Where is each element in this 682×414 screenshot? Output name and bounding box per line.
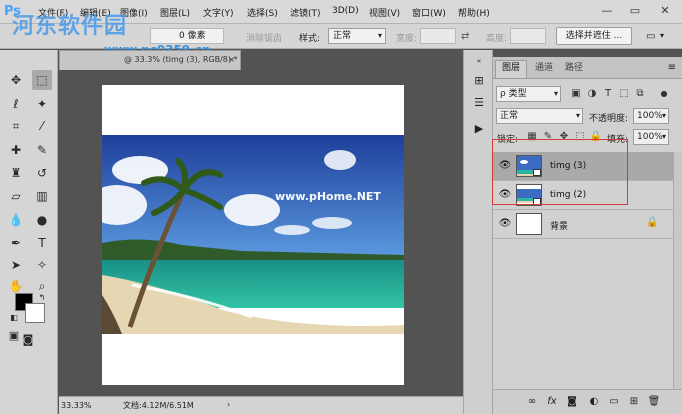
tools-panel: ✥ ⬚ ℓ ✦ ⌗ ⁄ ✚ ✎ ♜ ↺ ▱ ▥ 💧 ● ✒ T ➤ ✧ ✋ ⌕ …	[0, 50, 58, 414]
chevron-right-icon[interactable]: ›	[227, 400, 230, 409]
width-field[interactable]	[420, 28, 456, 44]
fill-field[interactable]: 100% ▾	[633, 129, 669, 145]
adjustment-filter-icon[interactable]: ◑	[585, 86, 599, 102]
panel-dock: « ⊞ ☰ ▶	[463, 50, 493, 414]
document-tab-label: @ 33.3% (timg (3), RGB/8) *	[124, 55, 238, 64]
default-colors-icon[interactable]: ◧	[4, 308, 24, 328]
menu-view[interactable]: 视图(V)	[369, 6, 400, 19]
path-selection-tool-icon[interactable]: ➤	[6, 255, 26, 275]
history-icon[interactable]: ⊞	[470, 72, 488, 90]
chevron-down-icon[interactable]: ▾	[660, 31, 664, 40]
clone-stamp-tool-icon[interactable]: ♜	[6, 163, 26, 183]
blend-row: 正常 ▾ 不透明度: 100% ▾	[493, 105, 682, 127]
menu-filter[interactable]: 滤镜(T)	[290, 6, 321, 19]
play-actions-icon[interactable]: ▶	[470, 120, 488, 138]
link-layers-icon[interactable]: ∞	[525, 395, 539, 409]
history-brush-tool-icon[interactable]: ↺	[32, 163, 52, 183]
pixel-filter-icon[interactable]: ▣	[569, 86, 583, 102]
feather-field[interactable]: 0 像素	[150, 28, 224, 44]
menu-window[interactable]: 窗口(W)	[412, 6, 446, 19]
zoom-level[interactable]: 33.33%	[61, 400, 95, 412]
height-field[interactable]	[510, 28, 546, 44]
blur-tool-icon[interactable]: 💧	[6, 210, 26, 230]
menu-layer[interactable]: 图层(L)	[160, 6, 190, 19]
opacity-label: 不透明度:	[589, 114, 629, 124]
marquee-tool-icon[interactable]: ⬚	[32, 70, 52, 90]
type-filter-icon[interactable]: T	[601, 86, 615, 102]
document-size[interactable]: 文档:4.12M/6.51M	[123, 400, 194, 411]
tab-layers[interactable]: 图层	[495, 60, 528, 78]
workspace-icon[interactable]: ▭	[646, 31, 655, 42]
dodge-tool-icon[interactable]: ●	[32, 210, 52, 230]
status-bar: 33.33% 文档:4.12M/6.51M ›	[59, 396, 463, 414]
new-layer-icon[interactable]: ⊞	[627, 395, 641, 409]
layer-name: 背景	[550, 222, 569, 232]
tab-paths[interactable]: 路径	[559, 61, 589, 79]
opacity-field[interactable]: 100% ▾	[633, 108, 669, 124]
chevron-down-icon: ▾	[661, 132, 666, 141]
close-window-button[interactable]: ✕	[656, 2, 674, 20]
gradient-tool-icon[interactable]: ▥	[32, 186, 52, 206]
layers-scrollbar[interactable]	[673, 152, 682, 397]
magic-wand-tool-icon[interactable]: ✦	[32, 94, 52, 114]
properties-icon[interactable]: ☰	[470, 94, 488, 112]
menu-select[interactable]: 选择(S)	[247, 6, 278, 19]
new-group-icon[interactable]: ▭	[607, 395, 621, 409]
crop-tool-icon[interactable]: ⌗	[6, 116, 26, 136]
blend-mode-select[interactable]: 正常 ▾	[496, 108, 583, 124]
filter-kind-select[interactable]: ρ 类型 ▾	[496, 86, 561, 102]
tab-channels[interactable]: 通道	[529, 61, 559, 79]
panel-menu-icon[interactable]: ≡	[668, 62, 676, 73]
panel-tabs: 图层 通道 路径 ≡	[493, 57, 682, 79]
swap-icon[interactable]: ⇄	[461, 31, 469, 42]
beach-photo	[102, 135, 404, 334]
eye-icon[interactable]: 👁	[498, 218, 512, 230]
menu-3d[interactable]: 3D(D)	[332, 6, 359, 16]
select-and-mask-button[interactable]: 选择并遮住 ...	[556, 27, 632, 45]
menu-type[interactable]: 文字(Y)	[203, 6, 234, 19]
menu-help[interactable]: 帮助(H)	[458, 6, 490, 19]
width-label: 宽度:	[396, 34, 418, 44]
adjustment-layer-icon[interactable]: ◐	[587, 395, 601, 409]
smart-object-filter-icon[interactable]: ⧉	[633, 86, 647, 102]
lasso-tool-icon[interactable]: ℓ	[6, 94, 26, 114]
chevron-down-icon: ▾	[575, 111, 580, 120]
screen-mode-icon[interactable]: ▣	[4, 326, 24, 346]
move-tool-icon[interactable]: ✥	[6, 70, 26, 90]
chevron-down-icon: ▾	[553, 89, 558, 98]
document-tab[interactable]: @ 33.3% (timg (3), RGB/8) * ×	[59, 50, 241, 70]
type-tool-icon[interactable]: T	[32, 233, 52, 253]
layer-thumbnail	[516, 213, 542, 235]
brush-tool-icon[interactable]: ✎	[32, 140, 52, 160]
photo-watermark: www.pHome.NET	[275, 190, 381, 203]
layers-panel: 图层 通道 路径 ≡ ρ 类型 ▾ ▣ ◑ T ⬚ ⧉ ● 正常 ▾ 不透明度: 1…	[493, 57, 682, 414]
style-label: 样式:	[299, 34, 321, 44]
swap-colors-icon[interactable]: ↰	[32, 288, 52, 308]
filter-row: ρ 类型 ▾ ▣ ◑ T ⬚ ⧉ ●	[493, 83, 682, 105]
shape-filter-icon[interactable]: ⬚	[617, 86, 631, 102]
restore-button[interactable]: ▭	[626, 2, 644, 20]
watermark-logo: 河东软件园	[12, 14, 128, 39]
eraser-tool-icon[interactable]: ▱	[6, 186, 26, 206]
minimize-button[interactable]: —	[598, 2, 616, 20]
close-icon[interactable]: ×	[228, 51, 235, 69]
layer-row[interactable]: 👁 背景 🔒	[493, 210, 673, 239]
layers-panel-footer: ∞ fx ◙ ◐ ▭ ⊞ 🗑	[493, 389, 682, 414]
chevron-down-icon: ▾	[661, 111, 666, 120]
antialias-checkbox[interactable]: 消除锯齿	[246, 31, 282, 44]
lock-icon: 🔒	[646, 217, 659, 228]
shape-tool-icon[interactable]: ✧	[32, 255, 52, 275]
layer-style-icon[interactable]: fx	[545, 395, 559, 409]
pen-tool-icon[interactable]: ✒	[6, 233, 26, 253]
chevron-down-icon: ▾	[377, 31, 382, 40]
trash-icon[interactable]: 🗑	[647, 395, 661, 409]
style-select[interactable]: 正常 ▾	[328, 28, 386, 44]
height-label: 高度:	[486, 34, 508, 44]
healing-brush-tool-icon[interactable]: ✚	[6, 140, 26, 160]
eyedropper-tool-icon[interactable]: ⁄	[32, 116, 52, 136]
add-mask-icon[interactable]: ◙	[565, 395, 579, 409]
filter-toggle-icon[interactable]: ●	[657, 86, 671, 102]
selection-highlight-box	[492, 139, 628, 205]
